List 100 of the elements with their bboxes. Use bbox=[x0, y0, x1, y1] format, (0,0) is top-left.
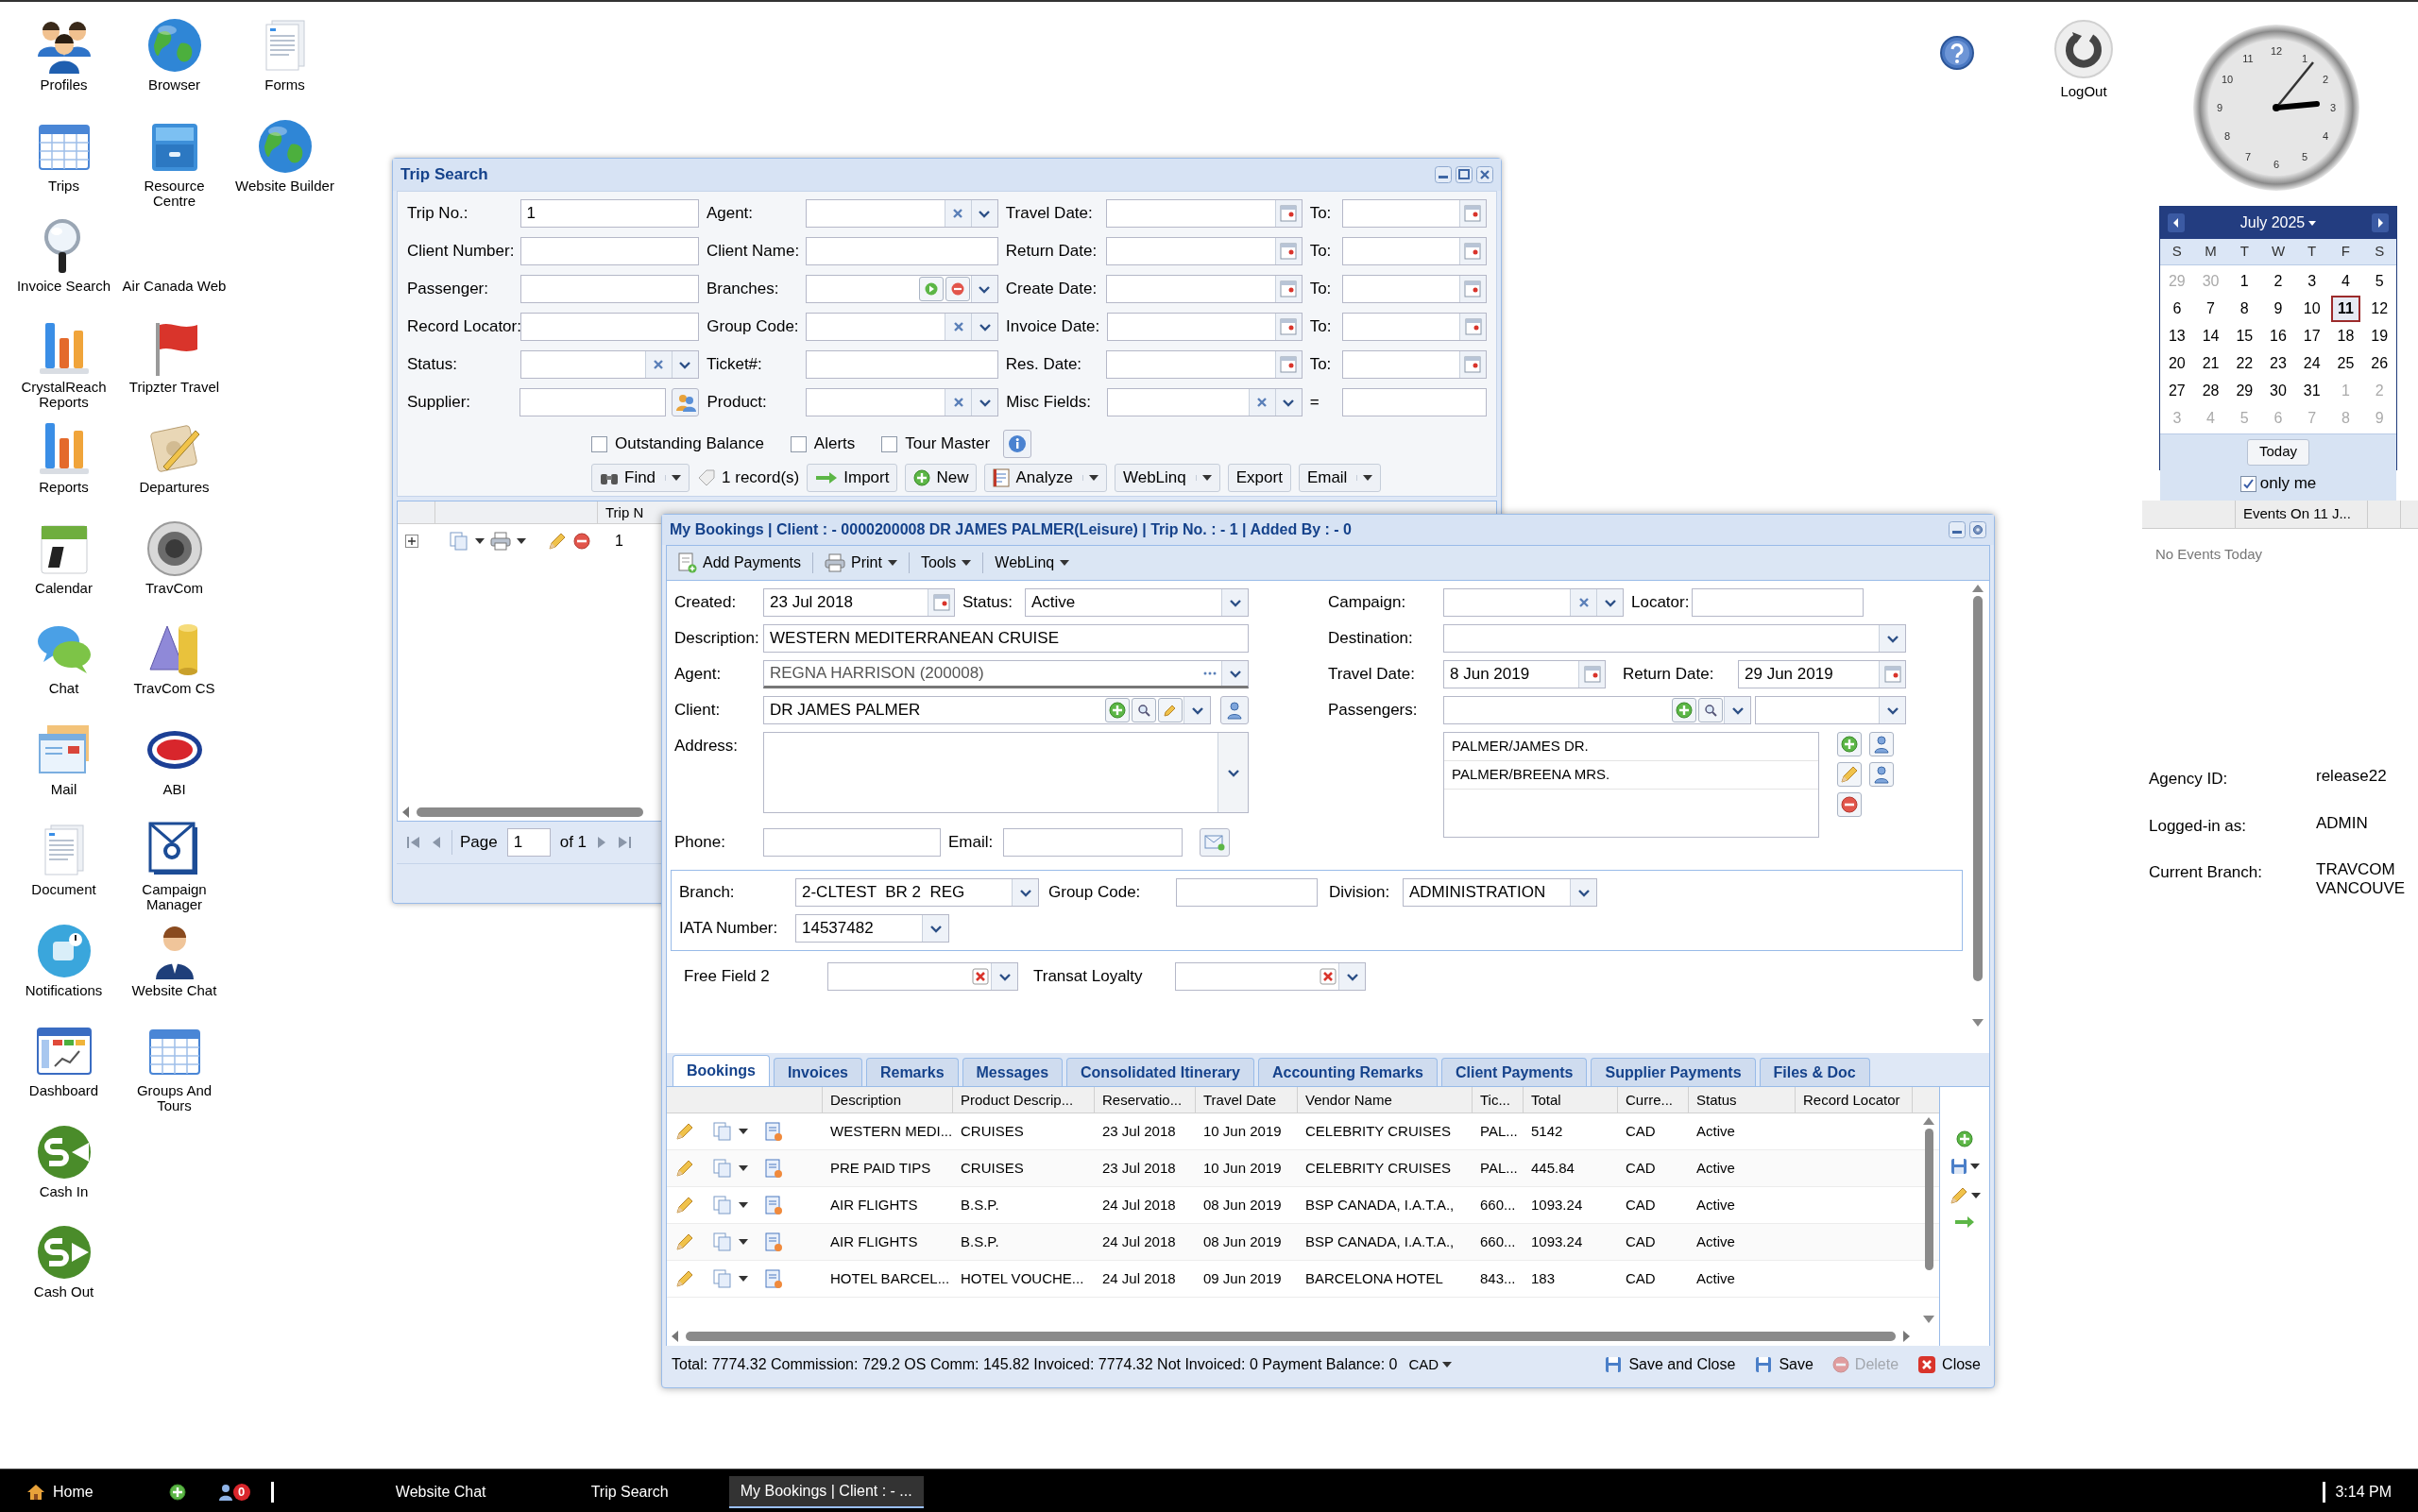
last-page-icon[interactable] bbox=[617, 835, 633, 850]
desktop-icon-label[interactable]: Website Chat bbox=[121, 982, 228, 998]
calendar-day[interactable]: 21 bbox=[2195, 349, 2226, 377]
desktop-icon-label[interactable]: TravCom bbox=[121, 580, 228, 596]
toolbar-button[interactable]: WebLinq bbox=[1114, 464, 1220, 492]
desktop-icon-label[interactable]: Resource Centre bbox=[121, 178, 228, 209]
dropdown-arrow-icon[interactable] bbox=[1970, 1164, 1980, 1169]
division-select[interactable]: ADMINISTRATION bbox=[1403, 878, 1597, 907]
arrow-icon[interactable] bbox=[1954, 1215, 1975, 1229]
printer-icon[interactable] bbox=[825, 553, 846, 572]
combo-field[interactable] bbox=[1175, 962, 1366, 991]
remove-button[interactable] bbox=[945, 277, 970, 301]
save-icon[interactable] bbox=[1604, 1355, 1624, 1374]
calendar-day[interactable]: 11 bbox=[2330, 295, 2361, 322]
pencil-icon[interactable] bbox=[674, 1268, 695, 1289]
dropdown-arrow-icon[interactable] bbox=[517, 538, 526, 544]
footer-button[interactable]: Close bbox=[1914, 1351, 1984, 1379]
combo-field[interactable] bbox=[519, 350, 699, 379]
search-button[interactable] bbox=[1698, 698, 1723, 722]
calendar-day[interactable]: 20 bbox=[2162, 349, 2192, 377]
text-field[interactable] bbox=[1003, 828, 1183, 857]
desktop-icon-label[interactable]: TravCom CS bbox=[121, 681, 228, 696]
calendar-day[interactable]: 1 bbox=[2229, 267, 2260, 295]
clear-icon[interactable] bbox=[1320, 968, 1337, 985]
address-field[interactable] bbox=[763, 732, 1249, 813]
scroll-right-icon[interactable] bbox=[1901, 1331, 1911, 1342]
date-field[interactable] bbox=[1106, 199, 1303, 228]
desktop-icon-label[interactable]: Air Canada Web bbox=[121, 279, 228, 294]
calendar-day[interactable]: 12 bbox=[2364, 295, 2394, 322]
close-icon[interactable] bbox=[1476, 166, 1493, 183]
text-field[interactable]: 1 bbox=[519, 199, 699, 228]
previous-month-icon[interactable] bbox=[2168, 213, 2185, 232]
clear-icon[interactable] bbox=[972, 968, 989, 985]
dropdown-arrow-icon[interactable] bbox=[739, 1129, 748, 1134]
desktop-icon-label[interactable]: Forms bbox=[231, 77, 338, 93]
dropdown-arrow-icon[interactable] bbox=[2308, 220, 2317, 226]
remove-icon[interactable] bbox=[950, 282, 964, 296]
logout-button[interactable]: LogOut bbox=[2060, 81, 2107, 103]
branch-select[interactable]: 2-CLTEST BR 2 REG bbox=[795, 878, 1039, 907]
tab[interactable]: Invoices bbox=[773, 1058, 862, 1086]
desktop-icon-label[interactable]: Browser bbox=[121, 77, 228, 93]
calendar-day[interactable]: 8 bbox=[2229, 295, 2260, 322]
desktop-icon-label[interactable]: Chat bbox=[10, 681, 117, 696]
checkbox[interactable] bbox=[790, 435, 807, 452]
add-icon[interactable] bbox=[168, 1483, 186, 1501]
desktop-icon-label[interactable]: Campaign Manager bbox=[121, 882, 228, 912]
scrollbar-thumb[interactable] bbox=[417, 807, 643, 817]
date-field[interactable] bbox=[1106, 275, 1303, 303]
toolbar-button[interactable]: Export bbox=[1227, 464, 1291, 492]
combo-field[interactable] bbox=[1106, 388, 1303, 416]
calendar-day[interactable]: 9 bbox=[2263, 295, 2293, 322]
list-item[interactable]: PALMER/JAMES DR. bbox=[1444, 733, 1818, 761]
text-field[interactable] bbox=[519, 275, 699, 303]
search-button[interactable] bbox=[1132, 698, 1156, 722]
date-field[interactable] bbox=[1341, 313, 1487, 341]
dropdown-arrow-icon[interactable] bbox=[962, 560, 972, 566]
dropdown-arrow-icon[interactable] bbox=[475, 538, 485, 544]
text-field[interactable]: WESTERN MEDITERRANEAN CRUISE bbox=[763, 624, 1249, 653]
desktop-icon-label[interactable]: CrystalReach Reports bbox=[10, 379, 117, 410]
tab[interactable]: Consolidated Itinerary bbox=[1066, 1058, 1254, 1086]
desktop-icon-label[interactable]: Departures bbox=[121, 480, 228, 495]
pencil-icon[interactable] bbox=[674, 1232, 695, 1252]
scroll-up-icon[interactable] bbox=[1923, 1117, 1934, 1125]
edit-button[interactable] bbox=[1158, 698, 1183, 722]
calendar-day[interactable]: 22 bbox=[2229, 349, 2260, 377]
desktop-icon-label[interactable]: Cash Out bbox=[10, 1284, 117, 1300]
desktop-icon-label[interactable]: Trips bbox=[10, 178, 117, 194]
calendar-day[interactable]: 16 bbox=[2263, 322, 2293, 349]
document-icon[interactable] bbox=[763, 1158, 784, 1179]
page-field[interactable]: 1 bbox=[506, 828, 551, 857]
copy-icon[interactable] bbox=[712, 1268, 733, 1289]
passenger-field[interactable] bbox=[1443, 696, 1751, 724]
minimize-icon[interactable] bbox=[1949, 521, 1966, 538]
scroll-left-icon[interactable] bbox=[671, 1331, 680, 1342]
dropdown-arrow-icon[interactable] bbox=[1088, 475, 1098, 481]
calendar-day[interactable]: 7 bbox=[2195, 295, 2226, 322]
date-field[interactable] bbox=[1341, 237, 1487, 265]
only-me-checkbox[interactable] bbox=[2239, 475, 2256, 492]
calendar-day[interactable]: 10 bbox=[2296, 295, 2327, 322]
copy-icon[interactable] bbox=[712, 1232, 733, 1252]
expand-icon[interactable] bbox=[405, 535, 418, 548]
tab[interactable]: Supplier Payments bbox=[1591, 1058, 1756, 1086]
copy-icon[interactable] bbox=[712, 1158, 733, 1179]
document-icon[interactable] bbox=[763, 1268, 784, 1289]
tab[interactable]: Client Payments bbox=[1441, 1058, 1588, 1086]
play-icon[interactable] bbox=[924, 282, 938, 296]
calendar-day[interactable]: 30 bbox=[2263, 377, 2293, 404]
client-field[interactable]: DR JAMES PALMER bbox=[763, 696, 1211, 724]
pencil-icon[interactable] bbox=[674, 1121, 695, 1142]
payment-icon[interactable] bbox=[678, 552, 697, 573]
desktop-icon-label[interactable]: Invoice Search bbox=[10, 279, 117, 294]
checkbox[interactable] bbox=[591, 435, 607, 452]
dropdown-arrow-icon[interactable] bbox=[739, 1165, 748, 1171]
calendar-day[interactable]: 13 bbox=[2162, 322, 2192, 349]
dropdown-arrow-icon[interactable] bbox=[1201, 475, 1212, 481]
clear-icon[interactable] bbox=[952, 397, 964, 408]
power-icon[interactable] bbox=[2053, 19, 2114, 79]
calendar-day[interactable]: 23 bbox=[2263, 349, 2293, 377]
desktop-icon-label[interactable]: ABI bbox=[121, 781, 228, 797]
toolbar-button[interactable]: Print bbox=[819, 549, 903, 577]
